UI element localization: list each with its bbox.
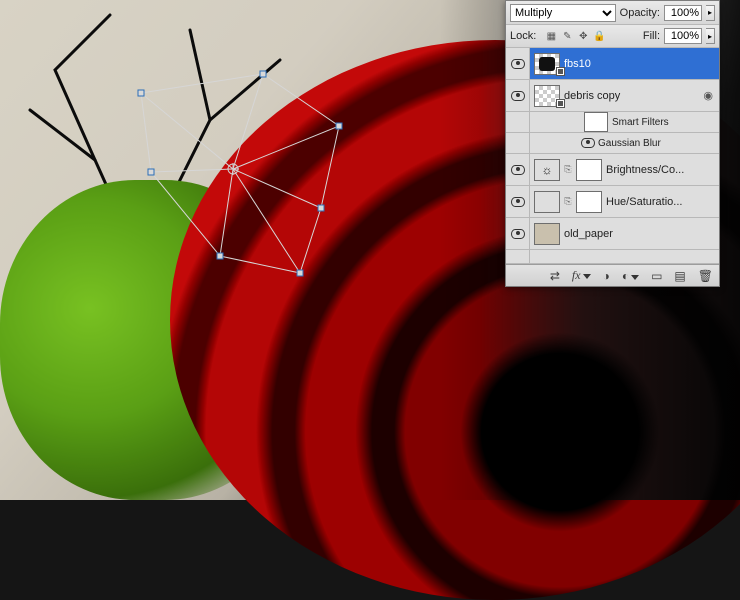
layer-thumbnail[interactable] xyxy=(534,223,560,245)
filter-gaussian-blur[interactable]: Gaussian Blur xyxy=(506,133,719,154)
smart-object-icon xyxy=(556,67,565,76)
visibility-spacer xyxy=(506,112,530,132)
layer-mask-thumbnail[interactable] xyxy=(576,159,602,181)
visibility-spacer xyxy=(506,133,530,153)
visibility-toggle[interactable] xyxy=(506,218,530,249)
eye-icon xyxy=(511,165,525,175)
link-icon: ⎘ xyxy=(564,191,572,213)
adjustment-icon[interactable]: ☼ xyxy=(534,159,560,181)
layer-mask-thumbnail[interactable] xyxy=(576,191,602,213)
layer-name[interactable]: debris copy xyxy=(564,90,703,102)
layer-name[interactable]: fbs10 xyxy=(564,58,719,70)
eye-icon xyxy=(511,229,525,239)
eye-icon xyxy=(511,59,525,69)
link-layers-icon[interactable]: ⇄ xyxy=(550,269,560,283)
link-icon: ⎘ xyxy=(564,159,572,181)
visibility-toggle[interactable] xyxy=(506,186,530,217)
fill-label: Fill: xyxy=(643,30,660,42)
lock-fill-row: Lock: ▦ ✎ ✥ 🔒 Fill: 100% ▸ xyxy=(506,25,719,48)
layer-list[interactable]: fbs10 debris copy ◉ Smart Filters Gaussi… xyxy=(506,48,719,264)
lock-position-icon[interactable]: ✥ xyxy=(576,29,590,43)
layer-fbs10[interactable]: fbs10 xyxy=(506,48,719,80)
layer-debris-copy[interactable]: debris copy ◉ xyxy=(506,80,719,112)
filter-name[interactable]: Gaussian Blur xyxy=(598,138,719,149)
eye-icon[interactable] xyxy=(581,138,595,148)
layer-style-icon[interactable]: fx xyxy=(572,268,591,283)
new-group-icon[interactable]: ▭ xyxy=(651,269,662,283)
layer-name[interactable]: Brightness/Co... xyxy=(606,164,719,176)
adjustment-icon[interactable] xyxy=(534,191,560,213)
blend-mode-select[interactable]: Multiply xyxy=(510,4,616,22)
visibility-toggle[interactable] xyxy=(506,154,530,185)
layers-panel: Multiply Opacity: 100% ▸ Lock: ▦ ✎ ✥ 🔒 F… xyxy=(505,0,720,287)
smart-filters-header[interactable]: Smart Filters xyxy=(506,112,719,133)
lock-pixels-icon[interactable]: ✎ xyxy=(560,29,574,43)
lock-transparency-icon[interactable]: ▦ xyxy=(544,29,558,43)
new-layer-icon[interactable]: ▤ xyxy=(674,269,685,283)
visibility-toggle[interactable] xyxy=(506,48,530,79)
delete-layer-icon[interactable]: 🗑 xyxy=(698,269,713,283)
visibility-toggle[interactable] xyxy=(506,80,530,111)
layer-hue-saturation[interactable]: ⎘ Hue/Saturatio... xyxy=(506,186,719,218)
opacity-value[interactable]: 100% xyxy=(664,5,702,21)
opacity-flyout[interactable]: ▸ xyxy=(706,5,715,21)
layer-name[interactable]: old_paper xyxy=(564,228,719,240)
filter-mask-thumbnail[interactable] xyxy=(584,112,608,132)
adjustment-layer-icon[interactable]: ◐ xyxy=(622,269,639,283)
eye-icon xyxy=(511,197,525,207)
layer-mask-icon[interactable]: ◑ xyxy=(603,269,610,283)
layer-peek xyxy=(506,250,719,264)
lock-label: Lock: xyxy=(510,30,536,42)
smart-filters-label: Smart Filters xyxy=(612,117,719,128)
fill-flyout[interactable]: ▸ xyxy=(706,28,715,44)
blend-opacity-row: Multiply Opacity: 100% ▸ xyxy=(506,1,719,25)
fill-value[interactable]: 100% xyxy=(664,28,702,44)
layer-brightness-contrast[interactable]: ☼ ⎘ Brightness/Co... xyxy=(506,154,719,186)
lock-all-icon[interactable]: 🔒 xyxy=(592,29,606,43)
layer-old-paper[interactable]: old_paper xyxy=(506,218,719,250)
lock-buttons: ▦ ✎ ✥ 🔒 xyxy=(544,29,606,43)
eye-icon xyxy=(511,91,525,101)
layer-name[interactable]: Hue/Saturatio... xyxy=(606,196,719,208)
smart-object-icon xyxy=(556,99,565,108)
layers-bottom-bar: ⇄ fx ◑ ◐ ▭ ▤ 🗑 xyxy=(506,264,719,286)
opacity-label: Opacity: xyxy=(620,7,660,19)
filter-fx-icon[interactable]: ◉ xyxy=(703,89,713,102)
